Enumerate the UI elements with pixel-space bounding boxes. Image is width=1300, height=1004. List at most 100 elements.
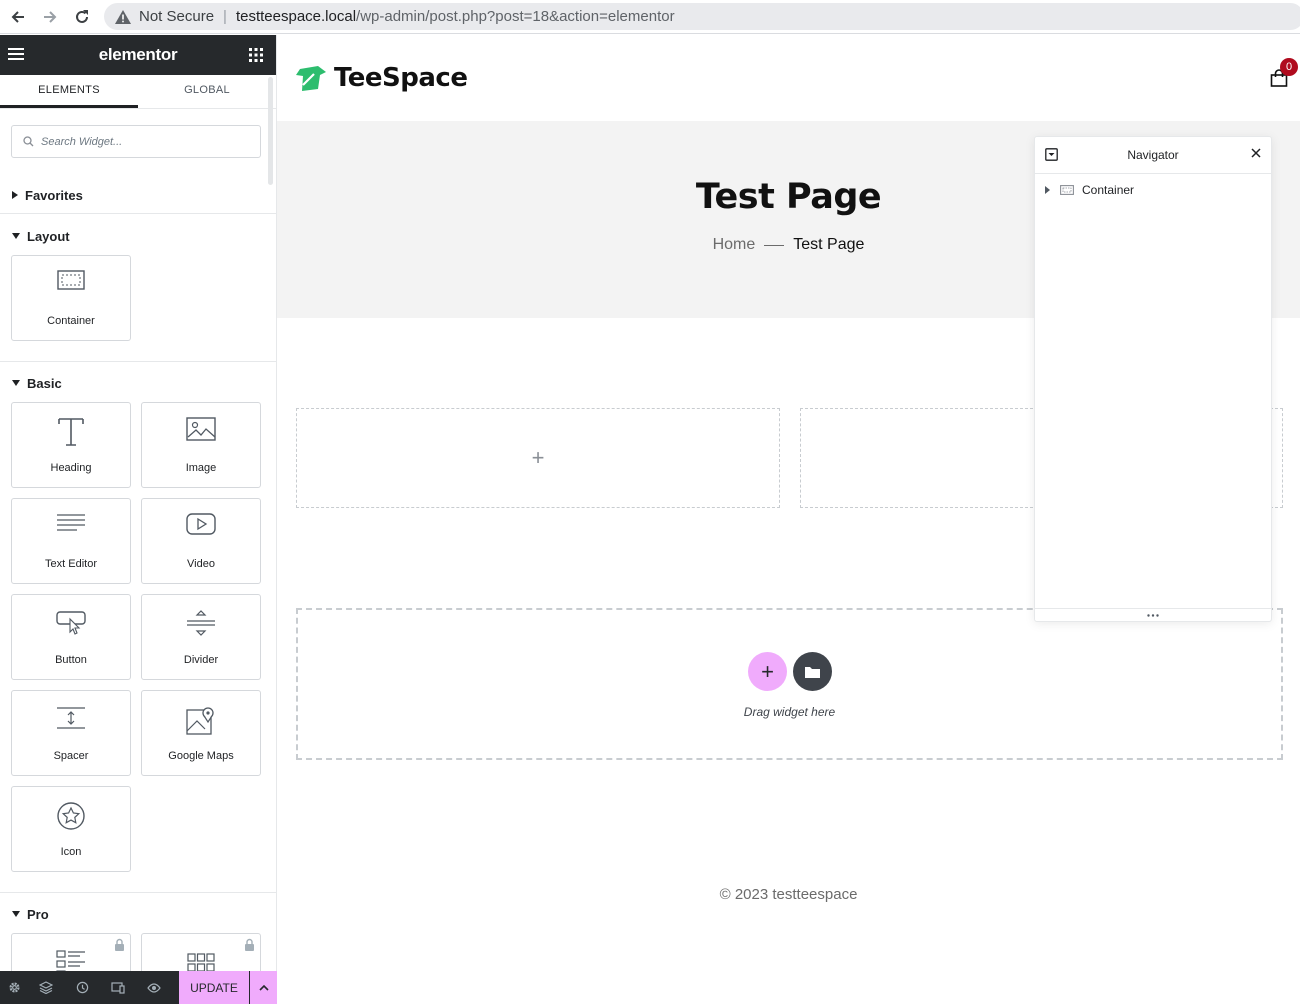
heading-icon [12, 417, 130, 449]
divider-icon [142, 609, 260, 641]
gear-icon [8, 982, 20, 993]
category-layout[interactable]: Layout [0, 228, 276, 244]
url-separator: | [223, 8, 227, 25]
caret-down-icon [12, 911, 20, 917]
panel-footer: UPDATE [0, 971, 277, 1004]
url-path: /wp-admin/post.php?post=18&action=elemen… [356, 8, 675, 25]
settings-button[interactable] [0, 971, 28, 1004]
folder-icon [805, 666, 820, 678]
category-basic[interactable]: Basic [0, 375, 276, 391]
widget-container[interactable]: Container [11, 255, 131, 341]
divider [0, 361, 276, 362]
widgets-grid-icon[interactable] [249, 48, 263, 62]
add-section-button[interactable]: + [748, 652, 787, 691]
add-template-button[interactable] [793, 652, 832, 691]
reload-button[interactable] [71, 6, 93, 28]
divider [0, 892, 276, 893]
divider [0, 213, 276, 214]
add-section-dropzone[interactable]: + Drag widget here [296, 608, 1283, 760]
address-bar[interactable]: Not Secure | testteespace.local /wp-admi… [104, 3, 1300, 30]
widget-video[interactable]: Video [141, 498, 261, 584]
history-button[interactable] [64, 971, 100, 1004]
warning-icon [115, 9, 131, 24]
category-favorites[interactable]: Favorites [0, 187, 276, 203]
caret-down-icon [12, 380, 20, 386]
site-name: TeeSpace [334, 63, 468, 93]
panel-scrollbar[interactable] [268, 77, 273, 185]
layers-icon [39, 981, 53, 994]
widget-text-editor[interactable]: Text Editor [11, 498, 131, 584]
menu-icon[interactable] [8, 47, 24, 61]
widget-label: Spacer [53, 750, 89, 762]
widget-spacer[interactable]: Spacer [11, 690, 131, 776]
navigator-panel[interactable]: Navigator Container [1034, 136, 1272, 622]
breadcrumb-home[interactable]: Home [713, 236, 756, 254]
google-maps-icon [142, 705, 260, 737]
text-editor-icon [12, 513, 130, 545]
widget-image[interactable]: Image [141, 402, 261, 488]
breadcrumb-separator [764, 244, 785, 246]
elementor-logo: elementor [98, 45, 178, 64]
widget-label: Google Maps [168, 750, 234, 762]
tab-elements[interactable]: ELEMENTS [0, 75, 138, 108]
spacer-icon [12, 705, 130, 737]
widget-label: Container [47, 315, 95, 327]
save-options-button[interactable] [250, 971, 277, 1004]
widget-label: Button [55, 654, 87, 666]
url-host: testteespace.local [235, 8, 357, 25]
navigator-button[interactable] [28, 971, 64, 1004]
video-icon [142, 513, 260, 545]
search-widget-input[interactable]: Search Widget... [11, 125, 261, 158]
navigator-resize-handle[interactable] [1035, 608, 1271, 621]
close-icon[interactable] [1251, 148, 1261, 158]
widget-divider[interactable]: Divider [141, 594, 261, 680]
arrow-right-icon [44, 11, 57, 23]
forward-button[interactable] [39, 6, 61, 28]
caret-right-icon[interactable] [1045, 186, 1050, 194]
back-button[interactable] [7, 6, 29, 28]
search-icon [23, 136, 34, 147]
arrow-left-icon [11, 11, 24, 23]
category-favorites-label: Favorites [25, 187, 83, 203]
devices-icon [111, 981, 125, 994]
reload-icon [76, 10, 88, 23]
widget-label: Heading [50, 462, 92, 474]
category-pro[interactable]: Pro [0, 906, 276, 922]
widget-label: Text Editor [45, 558, 97, 570]
panel-tabs: ELEMENTS GLOBAL [0, 75, 276, 109]
widget-label: Divider [183, 654, 219, 666]
collapse-all-icon[interactable] [1045, 148, 1058, 161]
teespace-logo-icon [296, 66, 326, 91]
preview-button[interactable] [136, 971, 172, 1004]
footer-copyright: © 2023 testteespace [719, 886, 858, 903]
breadcrumb-current: Test Page [793, 236, 865, 253]
security-status[interactable]: Not Secure [139, 8, 214, 25]
navigator-title: Navigator [1127, 148, 1179, 162]
caret-down-icon [12, 233, 20, 239]
empty-column[interactable]: + [296, 408, 780, 508]
drag-widget-hint: Drag widget here [743, 705, 836, 719]
category-pro-label: Pro [27, 906, 49, 922]
tab-global[interactable]: GLOBAL [138, 75, 276, 108]
panel-header: elementor [0, 35, 276, 75]
chevron-up-icon [258, 984, 269, 991]
widget-google-maps[interactable]: Google Maps [141, 690, 261, 776]
widget-button[interactable]: Button [11, 594, 131, 680]
search-placeholder: Search Widget... [41, 135, 123, 148]
navigator-item-container[interactable]: Container [1045, 183, 1134, 197]
more-dots-icon [1147, 613, 1159, 617]
eye-icon [147, 982, 161, 993]
widget-heading[interactable]: Heading [11, 402, 131, 488]
elementor-panel: elementor ELEMENTS GLOBAL Search Widget.… [0, 35, 277, 1004]
responsive-mode-button[interactable] [100, 971, 136, 1004]
navigator-item-label: Container [1082, 183, 1135, 197]
add-widget-plus-icon[interactable]: + [297, 445, 779, 471]
widget-icon[interactable]: Icon [11, 786, 131, 872]
site-logo[interactable]: TeeSpace [294, 63, 468, 93]
browser-toolbar: Not Secure | testteespace.local /wp-admi… [0, 0, 1300, 34]
image-icon [142, 417, 260, 449]
navigator-header[interactable]: Navigator [1035, 137, 1271, 174]
update-button[interactable]: UPDATE [179, 971, 249, 1004]
caret-right-icon [12, 191, 18, 199]
category-basic-label: Basic [27, 375, 62, 391]
